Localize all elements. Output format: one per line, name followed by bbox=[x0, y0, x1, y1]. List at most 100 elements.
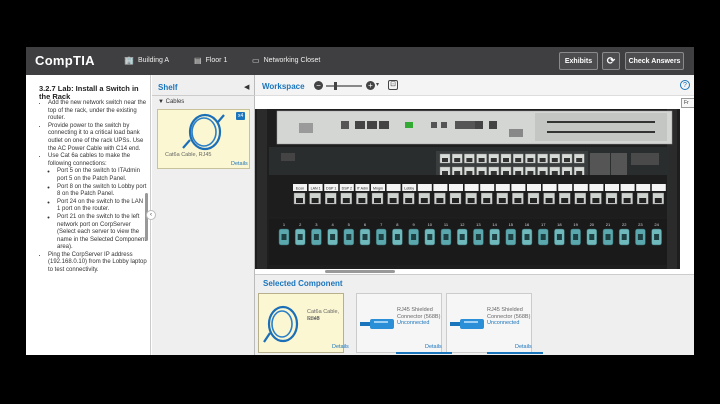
lower-port-number: 18 bbox=[557, 222, 562, 227]
keystone-jack bbox=[346, 234, 352, 240]
lower-port-number: 24 bbox=[654, 222, 659, 227]
fit-view-icon[interactable]: ⊡ bbox=[388, 80, 398, 90]
floor-icon: ▤ bbox=[194, 56, 202, 65]
patch-port-jack bbox=[358, 198, 366, 203]
cable-coil-icon bbox=[263, 305, 299, 343]
step-item: Add the new network switch near the top … bbox=[48, 100, 148, 123]
lower-port-number: 12 bbox=[460, 222, 465, 227]
selected-cable-card[interactable]: Cat6a Cable, RJ45 Shelf Details bbox=[258, 293, 349, 353]
switch-port-jack bbox=[454, 171, 461, 175]
patch-port-jack bbox=[327, 198, 335, 203]
breadcrumb-label: Floor 1 bbox=[205, 57, 228, 64]
keystone-jack bbox=[281, 234, 287, 240]
switch-port-jack bbox=[503, 171, 509, 175]
keystone-jack bbox=[654, 234, 660, 240]
patch-label-strip bbox=[620, 184, 635, 191]
patch-label-strip bbox=[605, 184, 619, 191]
zoom-out-button[interactable]: − bbox=[314, 81, 323, 90]
patch-label-strip bbox=[449, 184, 463, 191]
lower-port-number: 22 bbox=[622, 222, 627, 227]
patch-label-strip bbox=[573, 184, 588, 191]
breadcrumb-closet[interactable]: ▭ Networking Closet bbox=[252, 56, 320, 65]
instruction-steps: Add the new network switch near the top … bbox=[38, 100, 148, 275]
lower-port-number: 10 bbox=[428, 222, 433, 227]
switch-port-jack bbox=[515, 171, 522, 175]
switch-port-jack bbox=[503, 158, 509, 162]
switch-port-jack bbox=[527, 171, 534, 175]
switch-port-jack bbox=[527, 158, 534, 162]
keystone-jack bbox=[508, 234, 514, 240]
reset-icon: ⟳ bbox=[606, 55, 616, 67]
switch-port-jack bbox=[551, 171, 558, 175]
switch-port-jack bbox=[576, 158, 583, 162]
cable-coil-icon bbox=[182, 113, 225, 151]
collapse-instructions-button[interactable]: ‹ bbox=[146, 210, 156, 220]
patch-port-jack bbox=[467, 198, 475, 203]
keystone-jack bbox=[492, 234, 498, 240]
patch-port-jack bbox=[342, 198, 350, 203]
patch-port-jack bbox=[296, 198, 303, 203]
details-link[interactable]: Details bbox=[332, 344, 349, 350]
workspace-scrollbar[interactable] bbox=[325, 270, 395, 273]
lower-port-number: 17 bbox=[541, 222, 546, 227]
lower-port-number: 15 bbox=[509, 222, 514, 227]
quantity-badge: x4 bbox=[236, 112, 246, 120]
lower-port-number: 21 bbox=[606, 222, 611, 227]
patch-port-jack bbox=[420, 198, 428, 203]
check-answers-button[interactable]: Check Answers bbox=[625, 52, 684, 70]
details-link[interactable]: Details bbox=[515, 344, 532, 350]
patch-port-jack bbox=[436, 198, 444, 203]
patch-port-jack bbox=[405, 198, 413, 203]
details-link[interactable]: Details bbox=[425, 344, 442, 350]
patch-port-jack bbox=[311, 198, 319, 203]
rack-view[interactable]: Econ LAN 1 DSP 1 DSP 2 IT Adm Mngm Lobby 12345… bbox=[255, 109, 680, 269]
substep-item: Port 24 on the switch to the LAN 1 port … bbox=[57, 199, 148, 214]
lab-window: CompTIA 🏢 Building A ▤ Floor 1 ▭ Network… bbox=[26, 47, 694, 355]
chevron-left-icon: ‹ bbox=[150, 212, 152, 218]
zoom-slider-handle[interactable] bbox=[334, 82, 337, 90]
switch-port-jack bbox=[466, 171, 473, 175]
patch-label-strip bbox=[433, 184, 448, 191]
step-item: Use Cat 6a cables to make the following … bbox=[48, 153, 148, 252]
patch-port-label: DSP 1 bbox=[326, 187, 336, 191]
keystone-jack bbox=[524, 234, 530, 240]
lower-port-number: 23 bbox=[638, 222, 643, 227]
triangle-down-icon: ▼ bbox=[158, 99, 166, 105]
workspace-panel: Workspace − + ▾ ⊡ ? Fr Econ LAN 1 DSP 1 … bbox=[255, 75, 694, 274]
switch-port-jack bbox=[564, 158, 570, 162]
details-link[interactable]: Details bbox=[231, 161, 248, 167]
patch-port-jack bbox=[498, 198, 506, 203]
keystone-jack bbox=[621, 234, 627, 240]
connector-card-b[interactable]: RJ45 Shielded Connector (568B) Unconnect… bbox=[446, 293, 532, 353]
switch-port-jack bbox=[539, 158, 546, 162]
lab-title: 3.2.7 Lab: Install a Switch in the Rack bbox=[39, 84, 139, 101]
patch-port-label: Mngm bbox=[373, 187, 383, 191]
connector-card-a[interactable]: RJ45 Shielded Connector (568B) Unconnect… bbox=[356, 293, 442, 353]
patch-label-strip bbox=[480, 184, 495, 191]
keystone-jack bbox=[330, 234, 336, 240]
connector-link-bar bbox=[487, 352, 543, 354]
keystone-jack bbox=[637, 234, 643, 240]
category-label: Cables bbox=[165, 99, 185, 105]
keystone-jack bbox=[362, 234, 368, 240]
reset-button[interactable]: ⟳ bbox=[602, 52, 620, 70]
exhibits-button[interactable]: Exhibits bbox=[559, 52, 598, 70]
zoom-in-button[interactable]: + bbox=[366, 81, 375, 90]
cables-category[interactable]: ▼ Cables bbox=[158, 99, 184, 105]
substep-item: Port 8 on the switch to Lobby port 8 on … bbox=[57, 184, 148, 199]
breadcrumb-building[interactable]: 🏢 Building A bbox=[124, 56, 169, 65]
switch-port-jack bbox=[478, 158, 485, 162]
patch-port-jack bbox=[514, 198, 522, 203]
switch-port-jack bbox=[442, 171, 448, 175]
switch-port-jack bbox=[442, 158, 448, 162]
collapse-shelf-icon[interactable]: ◀ bbox=[244, 83, 249, 91]
breadcrumb-floor[interactable]: ▤ Floor 1 bbox=[194, 56, 227, 65]
closet-icon: ▭ bbox=[252, 56, 260, 65]
shelf-item-cable[interactable]: x4 Cat6a Cable, RJ45 Details bbox=[157, 109, 250, 169]
switch-port-jack bbox=[490, 158, 497, 162]
chevron-down-icon[interactable]: ▾ bbox=[376, 81, 379, 88]
zoom-slider[interactable] bbox=[326, 85, 362, 87]
patch-label-strip bbox=[636, 184, 651, 191]
help-icon[interactable]: ? bbox=[680, 80, 690, 90]
front-view-button[interactable]: Fr bbox=[681, 98, 694, 108]
